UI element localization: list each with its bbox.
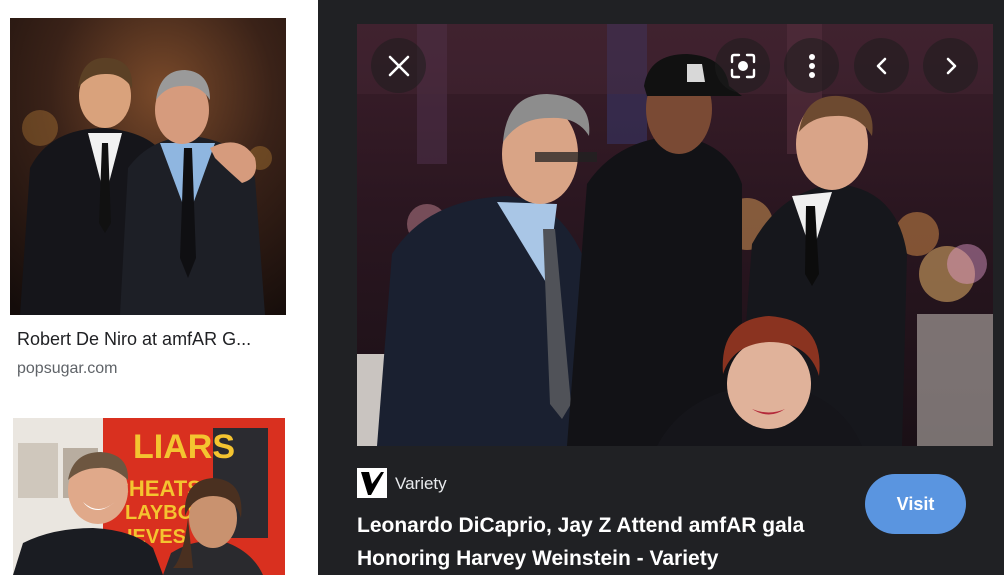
chevron-right-icon: [946, 57, 956, 74]
result-source-1: popsugar.com: [17, 360, 118, 377]
more-options-button[interactable]: [784, 38, 839, 93]
results-column: Robert De Niro at amfAR G... popsugar.co…: [0, 0, 318, 575]
chevron-left-icon: [876, 57, 886, 74]
close-button[interactable]: [371, 38, 426, 93]
next-image-button[interactable]: [923, 38, 978, 93]
visit-button[interactable]: Visit: [865, 474, 966, 534]
variety-logo-icon: [357, 468, 387, 498]
more-vert-icon: [808, 53, 815, 78]
lens-icon: [730, 53, 755, 78]
previous-image-button[interactable]: [854, 38, 909, 93]
result-photo-2: LIARS CHEATS LAYBOYS IEVES: [13, 418, 285, 575]
result-thumbnail-1[interactable]: [10, 18, 286, 315]
lens-search-button[interactable]: [715, 38, 770, 93]
result-thumbnail-2[interactable]: LIARS CHEATS LAYBOYS IEVES: [13, 418, 285, 575]
result-title-1[interactable]: Robert De Niro at amfAR G...: [17, 329, 287, 350]
preview-headline[interactable]: Leonardo DiCaprio, Jay Z Attend amfAR ga…: [357, 509, 837, 575]
poster-title: LIARS: [133, 428, 235, 466]
result-photo-1: [10, 18, 286, 315]
source-name[interactable]: Variety: [395, 474, 447, 494]
close-icon: [388, 55, 409, 76]
variety-logo: [357, 468, 387, 498]
